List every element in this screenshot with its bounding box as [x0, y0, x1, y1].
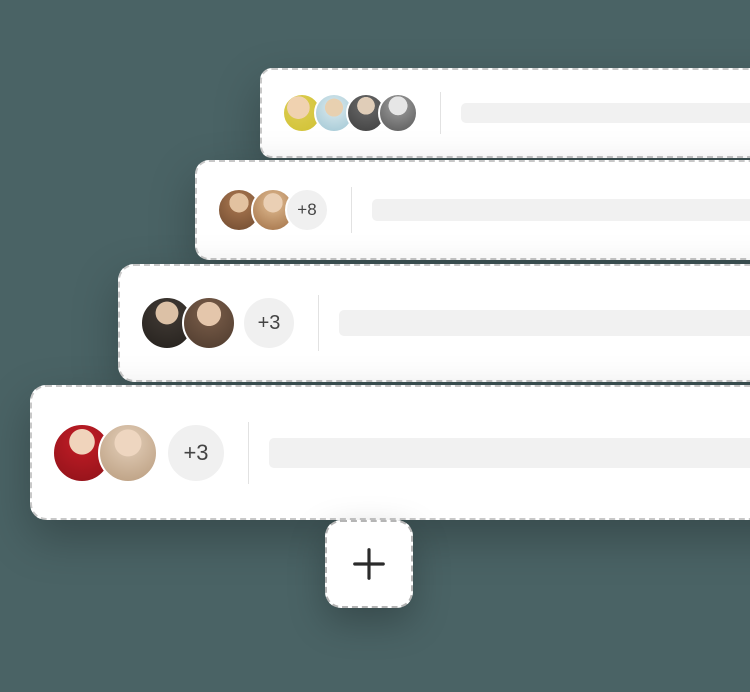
overflow-count[interactable]: +3 — [166, 423, 226, 483]
placeholder-bar — [339, 310, 750, 336]
avatar-stack: +8 — [217, 188, 329, 232]
avatar[interactable] — [182, 296, 236, 350]
avatar-stack — [282, 93, 418, 133]
divider — [318, 295, 319, 351]
group-card[interactable]: +3 — [30, 385, 750, 520]
overflow-count[interactable]: +8 — [285, 188, 329, 232]
add-button[interactable] — [325, 520, 413, 608]
avatar-stack: +3 — [140, 296, 296, 350]
plus-icon — [350, 545, 388, 583]
group-card[interactable] — [260, 68, 750, 158]
group-card[interactable]: +3 — [118, 264, 750, 382]
avatar[interactable] — [98, 423, 158, 483]
divider — [351, 187, 352, 233]
avatar[interactable] — [378, 93, 418, 133]
placeholder-bar — [269, 438, 750, 468]
divider — [440, 92, 441, 134]
placeholder-bar — [461, 103, 750, 123]
group-card[interactable]: +8 — [195, 160, 750, 260]
overflow-count[interactable]: +3 — [242, 296, 296, 350]
divider — [248, 422, 249, 484]
placeholder-bar — [372, 199, 750, 221]
avatar-stack: +3 — [52, 423, 226, 483]
